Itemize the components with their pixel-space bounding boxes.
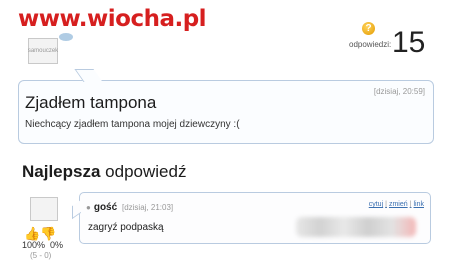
answer-box: ● gość [dzisiaj, 21:03] cytuj | zmień | link … [79, 192, 431, 244]
best-answer-heading: Najlepsza odpowiedź [22, 162, 187, 181]
thumbs-up-icon[interactable]: 👍 [24, 226, 40, 241]
answers-label: odpowiedzi: [349, 40, 392, 49]
question-box: [dzisiaj, 20:59] Zjadłem tampona Niechcą… [18, 80, 434, 144]
bullet-icon: ● [86, 203, 91, 212]
quote-link[interactable]: cytuj [369, 201, 383, 208]
vote-percentages: 100% 0% [22, 240, 63, 250]
answer-meta: ● gość [dzisiaj, 21:03] [86, 202, 173, 213]
vote-down-percent: 0% [50, 240, 64, 250]
answers-question-icon: ? [362, 22, 375, 35]
answer-avatar[interactable] [30, 197, 58, 221]
question-timestamp: [dzisiaj, 20:59] [373, 87, 425, 96]
answer-actions: cytuj | zmień | link [368, 201, 424, 208]
edit-link[interactable]: zmień [389, 201, 408, 208]
answers-count: 15 [392, 26, 426, 59]
permalink-link[interactable]: link [413, 201, 424, 208]
answers-counter: ? odpowiedzi: 15 [339, 22, 429, 62]
avatar[interactable]: samouczek [27, 33, 73, 64]
blurred-signature [296, 217, 416, 237]
question-body: Niechcący zjadłem tampona mojej dziewczy… [25, 119, 240, 130]
vote-up-percent: 100% [22, 240, 46, 250]
thumbs-down-icon[interactable]: 👎 [40, 226, 56, 241]
vote-counts: (5 - 0) [30, 251, 52, 260]
watermark-logo: www.wiocha.pl [18, 6, 207, 32]
answer-author[interactable]: gość [94, 202, 117, 213]
answer-timestamp: [dzisiaj, 21:03] [121, 203, 174, 212]
question-title: Zjadłem tampona [25, 93, 157, 112]
avatar-placeholder-text: samouczek [27, 48, 59, 54]
answer-text: zagryź podpaską [88, 222, 164, 233]
